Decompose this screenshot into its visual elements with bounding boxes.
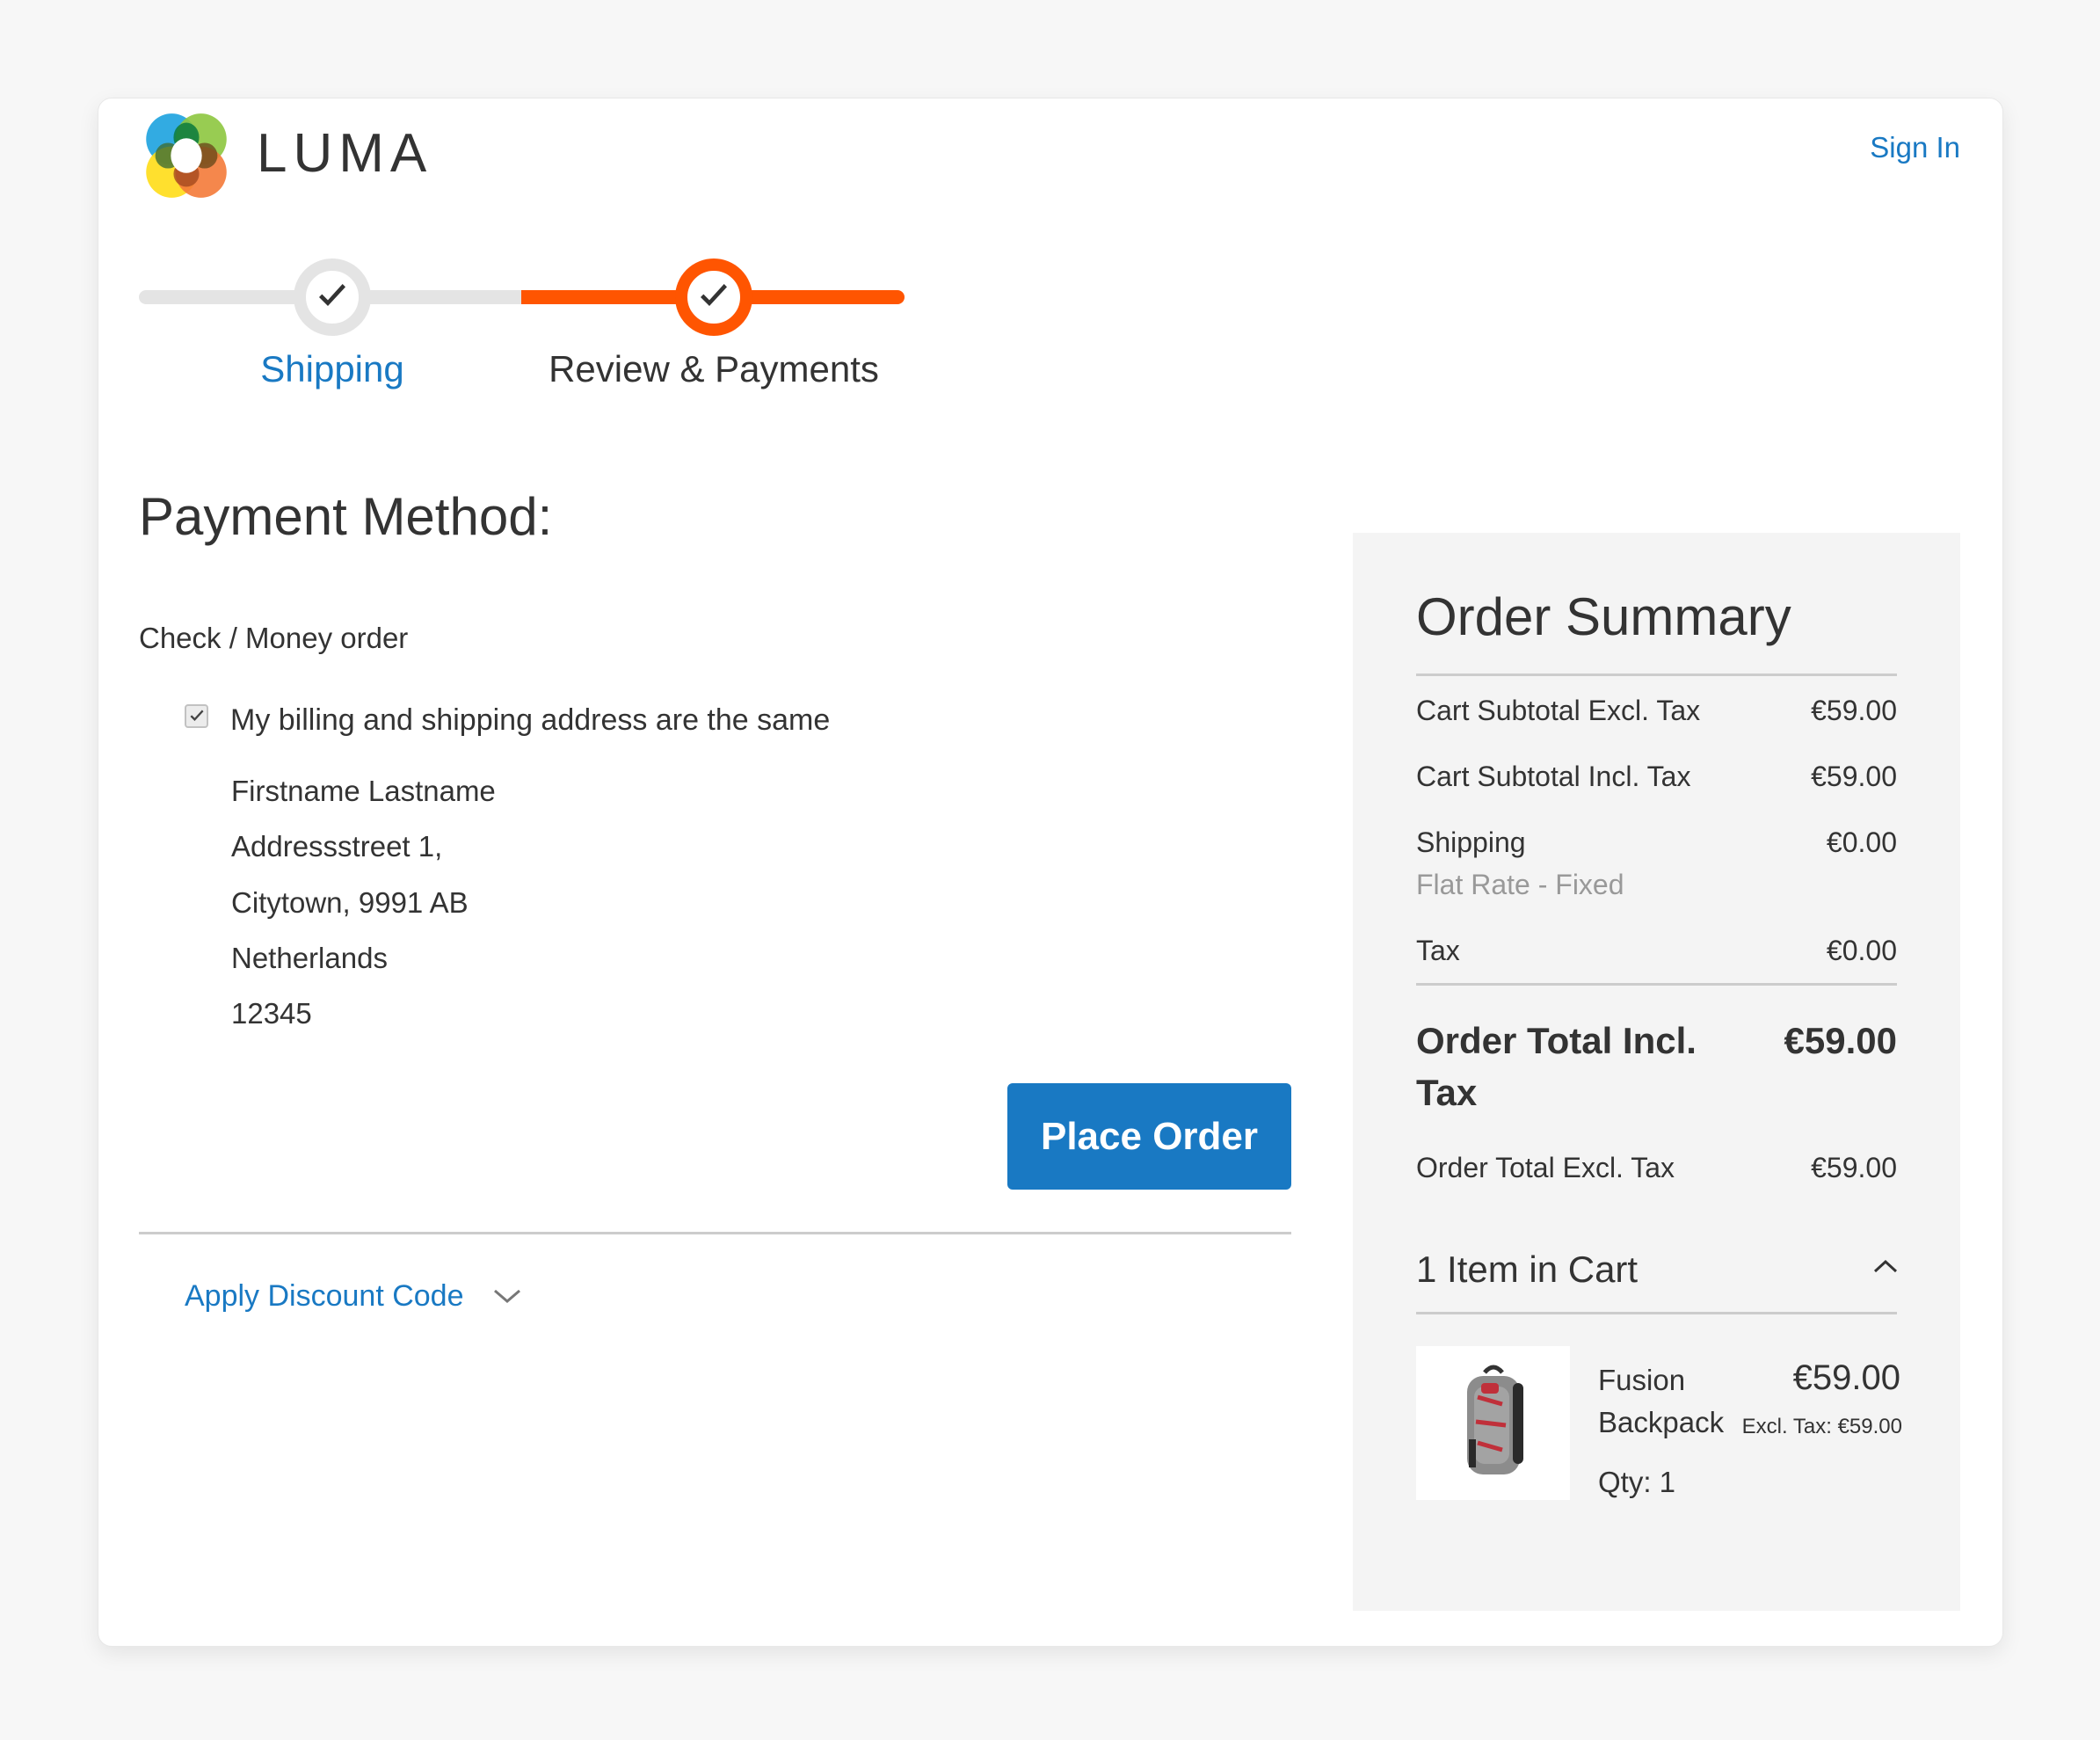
chevron-up-icon[interactable] — [1872, 1257, 1899, 1275]
step-review-label: Review & Payments — [549, 348, 879, 389]
step-review-marker — [675, 258, 752, 336]
tax-label: Tax — [1416, 935, 1460, 966]
section-divider — [139, 1232, 1291, 1234]
order-total-incl-label-line1: Order Total Incl. — [1416, 1020, 1697, 1061]
address-line: Addressstreet 1, — [231, 830, 443, 863]
shipping-label: Shipping — [1416, 826, 1526, 858]
tax-value: €0.00 — [1826, 935, 1897, 966]
step-shipping-label[interactable]: Shipping — [121, 347, 543, 391]
address-line: Netherlands — [231, 942, 388, 974]
item-price: €59.00 — [1792, 1358, 1900, 1397]
apply-discount-toggle[interactable]: Apply Discount Code — [185, 1277, 522, 1315]
item-name-line: Fusion — [1598, 1364, 1686, 1396]
order-summary-title: Order Summary — [1416, 587, 1791, 646]
chevron-down-icon — [493, 1289, 520, 1303]
address-line: 12345 — [231, 997, 312, 1030]
address-line: Firstname Lastname — [231, 775, 496, 807]
payment-option-label[interactable]: Check / Money order — [139, 619, 408, 658]
checkmark-icon — [319, 284, 345, 306]
summary-divider — [1416, 1312, 1897, 1314]
checkmark-icon — [190, 710, 203, 721]
summary-divider — [1416, 983, 1897, 986]
shipping-value: €0.00 — [1826, 826, 1897, 858]
same-address-label[interactable]: My billing and shipping address are the … — [230, 701, 830, 739]
shipping-method: Flat Rate - Fixed — [1416, 869, 1624, 900]
payment-method-title: Payment Method: — [139, 487, 553, 546]
brand-name: LUMA — [257, 123, 433, 184]
sign-in-link[interactable]: Sign In — [1870, 130, 1960, 165]
subtotal-excl-value: €59.00 — [1811, 695, 1897, 726]
subtotal-excl-label: Cart Subtotal Excl. Tax — [1416, 695, 1701, 726]
address-line: Citytown, 9991 AB — [231, 886, 469, 919]
step-shipping-marker[interactable] — [294, 258, 371, 336]
subtotal-incl-value: €59.00 — [1811, 761, 1897, 792]
checkmark-icon — [701, 284, 727, 306]
order-total-incl-value: €59.00 — [1784, 1020, 1897, 1061]
item-name-line: Backpack — [1598, 1406, 1725, 1438]
summary-divider — [1416, 673, 1897, 676]
item-name: Fusion Backpack — [1598, 1359, 1730, 1444]
backpack-image — [1416, 1346, 1570, 1500]
luma-logo-icon[interactable] — [141, 110, 232, 201]
order-total-excl-label: Order Total Excl. Tax — [1416, 1152, 1675, 1183]
items-in-cart-toggle[interactable]: 1 Item in Cart — [1416, 1247, 1638, 1292]
same-address-checkbox[interactable] — [185, 704, 208, 728]
subtotal-incl-label: Cart Subtotal Incl. Tax — [1416, 761, 1691, 792]
apply-discount-label: Apply Discount Code — [185, 1279, 464, 1313]
order-total-incl-label-line2: Tax — [1416, 1072, 1478, 1113]
item-excl-tax: Excl. Tax: €59.00 — [1741, 1415, 1902, 1438]
order-total-excl-value: €59.00 — [1811, 1152, 1897, 1183]
place-order-button[interactable]: Place Order — [1007, 1083, 1291, 1190]
item-qty: Qty: 1 — [1598, 1466, 1676, 1498]
